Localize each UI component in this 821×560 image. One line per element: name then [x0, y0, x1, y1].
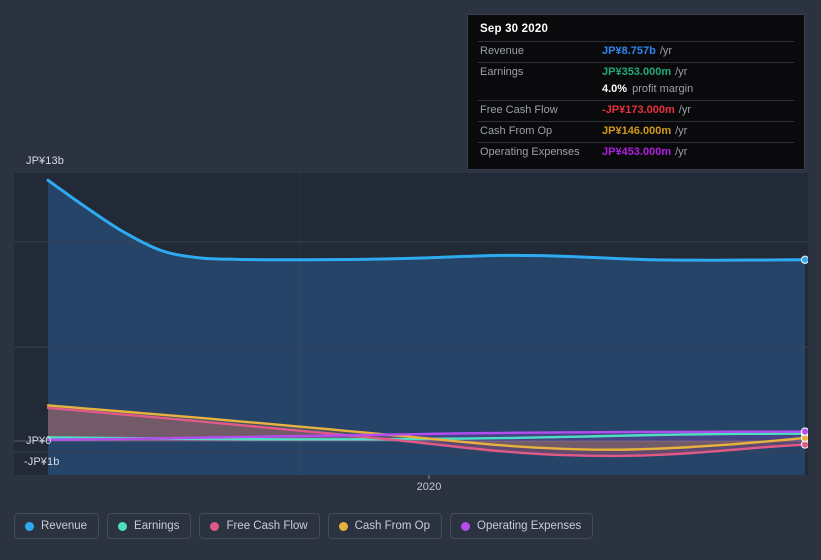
legend-item-earnings[interactable]: Earnings — [107, 513, 192, 539]
legend-item-label: Cash From Op — [354, 520, 431, 532]
financial-chart: JP¥13b JP¥0 -JP¥1b 2020 Sep 30 2020 Reve… — [0, 0, 821, 560]
legend-item-free-cash-flow[interactable]: Free Cash Flow — [199, 513, 320, 539]
tooltip-row-value-group: JP¥8.757b/yr — [602, 45, 672, 57]
y-axis-label-zero: JP¥0 — [26, 435, 52, 447]
x-axis-tick-2020: 2020 — [416, 481, 442, 493]
tooltip-row-unit: /yr — [678, 104, 692, 116]
tooltip-row-list: Revenue JP¥8.757b/yr Earnings JP¥353.000m/y… — [478, 41, 794, 163]
tooltip-row-label: Free Cash Flow — [480, 104, 558, 116]
tooltip-row: Revenue JP¥8.757b/yr — [478, 41, 794, 62]
tooltip-row-value: -JP¥173.000m — [602, 104, 675, 116]
tooltip-row-unit: /yr — [659, 45, 673, 57]
tooltip-row: Earnings JP¥353.000m/yr — [478, 62, 794, 83]
tooltip-row-value: 4.0% — [602, 83, 628, 95]
legend-color-dot-icon — [210, 521, 220, 531]
y-axis-label-top: JP¥13b — [26, 155, 64, 167]
legend-color-dot-icon — [461, 521, 471, 531]
legend-item-revenue[interactable]: Revenue — [14, 513, 100, 539]
tooltip-row: Cash From Op JP¥146.000m/yr — [478, 121, 794, 142]
tooltip-row: Operating Expenses JP¥453.000m/yr — [478, 142, 794, 163]
tooltip-row-unit: /yr — [675, 146, 688, 158]
legend-item-label: Free Cash Flow — [226, 520, 308, 532]
legend-color-dot-icon — [25, 521, 34, 531]
tooltip-row: Free Cash Flow -JP¥173.000m/yr — [478, 100, 794, 121]
tooltip-row-label: Earnings — [480, 66, 524, 78]
tooltip-date: Sep 30 2020 — [480, 23, 549, 35]
tooltip-row-unit: /yr — [675, 66, 688, 78]
chart-tooltip: Sep 30 2020 Revenue JP¥8.757b/yr Earnings J… — [467, 14, 805, 170]
tooltip-row-label: Cash From Op — [480, 125, 553, 137]
tooltip-row-unit: /yr — [675, 125, 688, 137]
tooltip-row-value: JP¥453.000m — [602, 146, 672, 158]
tooltip-row-value: JP¥146.000m — [602, 125, 672, 137]
legend-item-label: Operating Expenses — [477, 520, 582, 532]
legend-item-operating-expenses[interactable]: Operating Expenses — [450, 513, 594, 539]
y-axis-label-negative: -JP¥1b — [24, 456, 60, 468]
tooltip-row-label: Operating Expenses — [480, 146, 580, 158]
chart-legend: Revenue Earnings Free Cash Flow Cash From O… — [14, 513, 594, 539]
tooltip-row-value: JP¥353.000m — [602, 66, 672, 78]
tooltip-row-subtext: profit margin — [632, 83, 694, 95]
tooltip-row-value-group: 4.0% profit margin — [602, 83, 693, 95]
tooltip-row-value-group: -JP¥173.000m/yr — [602, 104, 691, 116]
tooltip-row-label: Revenue — [480, 45, 525, 57]
tooltip-row-value-group: JP¥353.000m/yr — [602, 66, 687, 78]
legend-item-cash-from-op[interactable]: Cash From Op — [327, 513, 443, 539]
legend-color-dot-icon — [338, 521, 348, 531]
tooltip-row-value-group: JP¥453.000m/yr — [602, 146, 687, 158]
tooltip-row-value: JP¥8.757b — [602, 45, 656, 57]
legend-color-dot-icon — [118, 521, 128, 531]
tooltip-row: 4.0% profit margin — [478, 83, 794, 100]
legend-item-label: Earnings — [134, 520, 180, 532]
legend-item-label: Revenue — [41, 520, 88, 532]
tooltip-row-value-group: JP¥146.000m/yr — [602, 125, 687, 137]
